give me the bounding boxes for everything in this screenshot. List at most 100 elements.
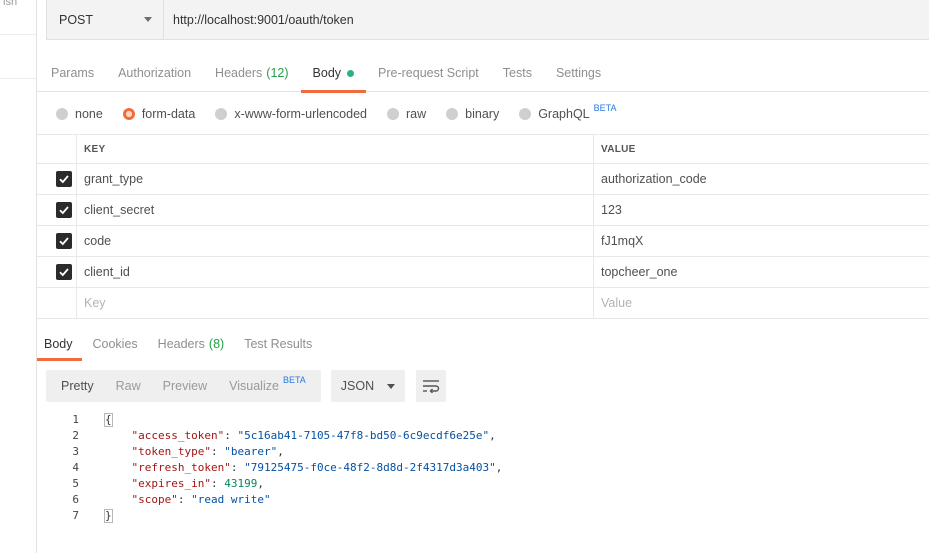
table-header-row: KEY VALUE [37, 134, 929, 164]
tab-label: Headers [215, 66, 263, 80]
json-key: "access_token" [131, 428, 225, 442]
wrap-lines-button[interactable] [415, 370, 446, 402]
tab-headers[interactable]: Headers (12) [203, 54, 300, 92]
radio-circle [215, 108, 228, 120]
param-value[interactable]: authorization_code [594, 164, 929, 194]
table-row: client_secret 123 [37, 195, 929, 226]
radio-none[interactable]: none [56, 107, 103, 121]
tab-response-headers[interactable]: Headers (8) [147, 329, 234, 359]
url-input[interactable] [164, 0, 929, 39]
row-check-cell [37, 226, 77, 256]
tab-label: Params [51, 66, 95, 80]
radio-circle [387, 108, 399, 120]
param-key[interactable]: code [77, 226, 594, 256]
param-value[interactable]: topcheer_one [594, 257, 929, 287]
response-code-view: 1 { 2 "access_token": "5c16ab41-7105-47f… [37, 411, 929, 523]
collections-sidebar: ish [0, 0, 37, 553]
view-raw-button[interactable]: Raw [105, 370, 152, 402]
tab-label: Tests [502, 66, 532, 80]
new-value-input[interactable]: Value [594, 288, 929, 318]
row-check-cell [37, 257, 77, 287]
line-number: 7 [72, 508, 79, 522]
json-value: "bearer" [224, 444, 278, 458]
language-select[interactable]: JSON [330, 370, 405, 402]
tab-params[interactable]: Params [37, 54, 106, 92]
tab-tests[interactable]: Tests [491, 54, 544, 92]
radio-binary[interactable]: binary [446, 107, 499, 121]
json-value: "5c16ab41-7105-47f8-bd50-6c9ecdf6e25e" [237, 428, 490, 442]
method-select[interactable]: POST [47, 0, 164, 39]
beta-badge: BETA [593, 103, 617, 113]
line-number: 5 [72, 476, 79, 490]
tab-label: Body [312, 66, 342, 80]
radio-form-data[interactable]: form-data [122, 107, 196, 121]
radio-label: x-www-form-urlencoded [234, 107, 367, 121]
check-icon [58, 268, 69, 277]
row-check-cell [37, 164, 77, 194]
headers-count: (12) [266, 66, 289, 80]
view-preview-button[interactable]: Preview [152, 370, 218, 402]
radio-circle-selected [122, 108, 135, 120]
param-key[interactable]: client_secret [77, 195, 594, 225]
table-row: grant_type authorization_code [37, 164, 929, 195]
body-indicator-dot [347, 69, 355, 77]
code-line: 5 "expires_in": 43199, [37, 475, 929, 491]
radio-label: form-data [141, 107, 196, 121]
json-key: "scope" [131, 492, 178, 506]
radio-graphql[interactable]: GraphQL BETA [519, 103, 616, 121]
row-checkbox[interactable] [55, 264, 72, 280]
param-value[interactable]: fJ1mqX [594, 226, 929, 256]
tab-test-results[interactable]: Test Results [233, 329, 321, 359]
line-number: 3 [72, 444, 79, 458]
radio-raw[interactable]: raw [387, 107, 426, 121]
code-line: 3 "token_type": "bearer", [37, 443, 929, 459]
tab-settings[interactable]: Settings [544, 54, 613, 92]
radio-circle [519, 108, 532, 120]
row-checkbox[interactable] [55, 171, 72, 187]
response-toolbar: Pretty Raw Preview Visualize BETA JSON [46, 370, 446, 402]
tab-response-body[interactable]: Body [37, 329, 82, 361]
code-line: 2 "access_token": "5c16ab41-7105-47f8-bd… [37, 427, 929, 443]
radio-urlencoded[interactable]: x-www-form-urlencoded [215, 107, 367, 121]
row-checkbox[interactable] [55, 233, 72, 249]
view-mode-group: Pretty Raw Preview Visualize BETA [46, 370, 321, 402]
param-key[interactable]: client_id [77, 257, 594, 287]
url-bar: POST [46, 0, 929, 40]
code-line: 1 { [37, 411, 929, 427]
view-visualize-button[interactable]: Visualize BETA [218, 370, 317, 402]
line-number: 6 [72, 492, 79, 506]
table-row: client_id topcheer_one [37, 257, 929, 288]
open-brace: { [104, 412, 113, 427]
view-pretty-button[interactable]: Pretty [50, 370, 105, 402]
tab-label: Authorization [118, 66, 192, 80]
response-headers-count: (8) [208, 337, 225, 351]
json-key: "expires_in" [131, 476, 211, 490]
tab-authorization[interactable]: Authorization [106, 54, 203, 92]
tab-cookies[interactable]: Cookies [82, 329, 147, 359]
method-label: POST [59, 12, 94, 27]
param-value[interactable]: 123 [594, 195, 929, 225]
beta-badge: BETA [282, 375, 306, 385]
tab-label: Cookies [92, 337, 138, 351]
code-line: 7 } [37, 507, 929, 523]
column-header-key: KEY [77, 135, 594, 163]
sidebar-divider [0, 34, 36, 35]
close-brace: } [104, 508, 113, 523]
radio-label: raw [406, 107, 427, 121]
params-table: KEY VALUE grant_type authorization_code … [37, 134, 929, 319]
tab-label: Test Results [244, 337, 313, 351]
json-key: "refresh_token" [131, 460, 231, 474]
table-row-new: Key Value [37, 288, 929, 319]
radio-label: GraphQL [538, 107, 590, 121]
tab-label: Body [44, 337, 73, 351]
tab-body[interactable]: Body [300, 54, 367, 93]
sidebar-divider [0, 78, 36, 79]
row-checkbox[interactable] [55, 202, 72, 218]
new-key-input[interactable]: Key [77, 288, 594, 318]
tab-pre-request-script[interactable]: Pre-request Script [366, 54, 491, 92]
visualize-label: Visualize [229, 379, 279, 393]
param-key[interactable]: grant_type [77, 164, 594, 194]
check-icon [58, 175, 69, 184]
line-number: 4 [72, 460, 79, 474]
check-icon [58, 237, 69, 246]
